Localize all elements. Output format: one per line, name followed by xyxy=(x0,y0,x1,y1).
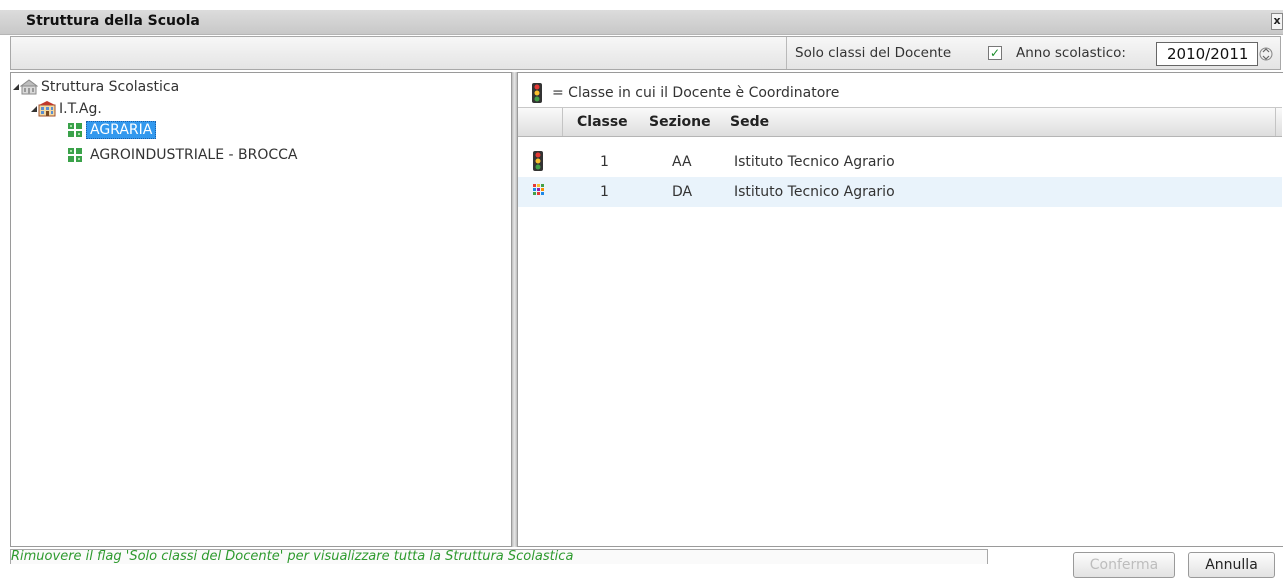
column-header-sede[interactable]: Sede xyxy=(730,114,769,130)
course-icon xyxy=(68,123,82,137)
cell-classe: 1 xyxy=(600,154,609,170)
tree-item-agroindustriale[interactable]: AGROINDUSTRIALE - BROCCA xyxy=(67,147,298,163)
school-building-icon xyxy=(20,79,38,95)
classes-panel: = Classe in cui il Docente è Coordinator… xyxy=(517,72,1283,547)
spinner-icon[interactable] xyxy=(1259,43,1273,65)
window-titlebar: Struttura della Scuola x xyxy=(0,10,1283,35)
cell-sezione: AA xyxy=(672,154,692,170)
tree-item-label: AGRARIA xyxy=(86,121,157,139)
column-header-sezione[interactable]: Sezione xyxy=(649,114,711,130)
legend-text: = Classe in cui il Docente è Coordinator… xyxy=(552,85,840,101)
legend: = Classe in cui il Docente è Coordinator… xyxy=(530,83,839,103)
toolbar: Solo classi del Docente ✓ Anno scolastic… xyxy=(10,36,1281,70)
window-title: Struttura della Scuola xyxy=(26,13,200,29)
traffic-light-icon xyxy=(532,83,542,103)
confirm-button[interactable]: Conferma xyxy=(1073,552,1175,578)
toolbar-separator xyxy=(786,37,787,69)
column-header-classe[interactable]: Classe xyxy=(577,114,628,130)
class-grid-icon xyxy=(533,184,544,195)
expand-arrow-icon[interactable] xyxy=(31,106,37,112)
tree-root-label: Struttura Scolastica xyxy=(41,79,180,95)
anno-scolastico-label: Anno scolastico: xyxy=(1016,45,1126,61)
institute-icon xyxy=(38,101,56,117)
status-bar: Rimuovere il flag 'Solo classi del Docen… xyxy=(10,549,988,564)
table-row[interactable]: 1 AA Istituto Tecnico Agrario xyxy=(518,147,1282,177)
tree-panel: Struttura Scolastica I.T.Ag. AGRARIA AGR… xyxy=(10,72,512,547)
cell-classe: 1 xyxy=(600,184,609,200)
column-separator xyxy=(562,108,563,136)
tree-node-institute[interactable]: I.T.Ag. xyxy=(31,101,102,117)
column-separator xyxy=(1275,108,1276,136)
traffic-light-icon xyxy=(533,151,543,171)
tree-item-agraria[interactable]: AGRARIA xyxy=(67,121,157,139)
course-icon xyxy=(68,148,82,162)
cell-sede: Istituto Tecnico Agrario xyxy=(734,154,895,170)
anno-scolastico-field[interactable]: 2010/2011 xyxy=(1156,42,1258,66)
close-icon[interactable]: x xyxy=(1271,13,1283,30)
cancel-button[interactable]: Annulla xyxy=(1188,552,1275,578)
cell-sede: Istituto Tecnico Agrario xyxy=(734,184,895,200)
status-message: Rimuovere il flag 'Solo classi del Docen… xyxy=(11,549,574,564)
table-row[interactable]: 1 DA Istituto Tecnico Agrario xyxy=(518,177,1282,207)
cell-sezione: DA xyxy=(672,184,693,200)
tree-item-label: AGROINDUSTRIALE - BROCCA xyxy=(90,147,298,163)
expand-arrow-icon[interactable] xyxy=(13,84,19,90)
solo-classi-checkbox[interactable]: ✓ xyxy=(988,46,1002,60)
solo-classi-label: Solo classi del Docente xyxy=(795,45,952,61)
tree-node-root[interactable]: Struttura Scolastica xyxy=(13,79,179,95)
tree-institute-label: I.T.Ag. xyxy=(59,101,102,117)
grid-header: Classe Sezione Sede xyxy=(518,107,1282,137)
